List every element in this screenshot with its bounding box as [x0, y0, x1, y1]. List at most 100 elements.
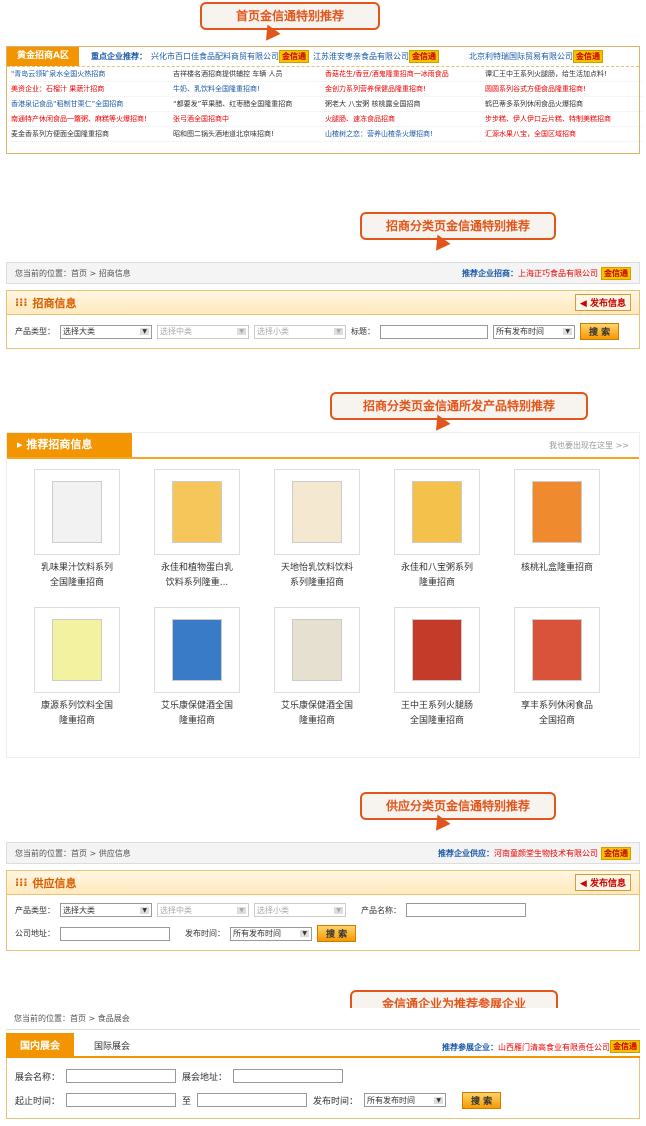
- recommend-company-link[interactable]: 河南童颜堂生物技术有限公司: [494, 848, 598, 859]
- product-title-line[interactable]: 全国隆重招商: [377, 714, 497, 729]
- search-button[interactable]: 搜 索: [580, 323, 620, 340]
- product-item[interactable]: 乳味果汁饮料系列 全国隆重招商: [17, 469, 137, 607]
- home-link[interactable]: 谭汇王中王系列火腿肠，给生活加点料!: [485, 67, 643, 82]
- expo-name-input[interactable]: [66, 1069, 177, 1083]
- recommend-title: 推荐招商信息: [26, 438, 93, 451]
- appear-here-link[interactable]: 我也要出现在这里 >>: [549, 440, 639, 451]
- product-title-line[interactable]: 隆重招商: [257, 714, 377, 729]
- product-image[interactable]: [154, 469, 240, 555]
- product-title-line[interactable]: 永佳和八宝粥系列: [377, 561, 497, 576]
- home-link[interactable]: 牛奶、乳饮料全国隆重招商!: [173, 82, 325, 97]
- callout-gongying-recommend: 供应分类页金信通特别推荐: [360, 792, 556, 836]
- home-link[interactable]: 鹤巴蒂多系列休闲食品火爆招商: [485, 97, 643, 112]
- callout-text: 供应分类页金信通特别推荐: [385, 799, 530, 813]
- product-item[interactable]: 艾乐康保健酒全国 隆重招商: [257, 607, 377, 745]
- product-item[interactable]: 核桃礼盒隆重招商: [497, 469, 617, 607]
- product-image[interactable]: [154, 607, 240, 693]
- product-title-line[interactable]: 康源系列饮料全国: [17, 699, 137, 714]
- product-item[interactable]: 王中王系列火腿肠 全国隆重招商: [377, 607, 497, 745]
- home-link[interactable]: “都要发”苹果醋、红枣醋全国隆重招商: [173, 97, 325, 112]
- breadcrumb-text: 您当前的位置：首页 > 供应信息: [15, 848, 131, 858]
- key-company-link[interactable]: 江苏淮安枣亲食品有限公司: [313, 51, 409, 62]
- product-title-line[interactable]: 隆重招商: [377, 576, 497, 591]
- home-link[interactable]: 南通特产休闲食品一籮粥、麻糕等火爆招商!: [11, 112, 173, 127]
- product-title-line[interactable]: 核桃礼盒隆重招商: [497, 561, 617, 576]
- end-date-input[interactable]: [197, 1093, 308, 1107]
- product-title-line[interactable]: 永佳和植物蛋白乳: [137, 561, 257, 576]
- product-title-line[interactable]: 全国招商: [497, 714, 617, 729]
- title-input[interactable]: [380, 324, 488, 339]
- product-title-line[interactable]: 系列隆重招商: [257, 576, 377, 591]
- product-item[interactable]: 艾乐康保健酒全国 隆重招商: [137, 607, 257, 745]
- product-item[interactable]: 永佳和植物蛋白乳 饮料系列隆重...: [137, 469, 257, 607]
- to-label: 至: [182, 1096, 192, 1107]
- home-link[interactable]: 山楂树之恋：营养山楂条火爆招商!: [325, 127, 485, 142]
- type-label: 产品类型：: [15, 327, 55, 336]
- product-item[interactable]: 享丰系列休闲食品 全国招商: [497, 607, 617, 745]
- time-select[interactable]: 所有发布时间 ▼: [364, 1093, 447, 1107]
- chevron-down-icon: ▼: [237, 906, 246, 914]
- address-input[interactable]: [60, 926, 170, 941]
- time-select[interactable]: 所有发布时间 ▼: [493, 324, 575, 339]
- home-link[interactable]: 香港泉记食品“稻制甘栗仁”全国招商: [11, 97, 173, 112]
- product-image[interactable]: [274, 469, 360, 555]
- product-image[interactable]: [514, 469, 600, 555]
- mid-category-select[interactable]: 选择中类 ▼: [157, 903, 249, 917]
- product-image[interactable]: [394, 469, 480, 555]
- product-name-input[interactable]: [406, 903, 526, 917]
- publish-button[interactable]: ◀ 发布信息: [574, 874, 631, 891]
- search-button[interactable]: 搜 索: [462, 1091, 502, 1109]
- product-title-line[interactable]: 王中王系列火腿肠: [377, 699, 497, 714]
- product-title-line[interactable]: 天地怡乳饮料饮料: [257, 561, 377, 576]
- product-title-line[interactable]: 乳味果汁饮料系列: [17, 561, 137, 576]
- product-title-line[interactable]: 全国隆重招商: [17, 576, 137, 591]
- tab-domestic-expo[interactable]: 国内展会: [6, 1033, 74, 1056]
- time-select[interactable]: 所有发布时间 ▼: [230, 926, 312, 941]
- product-image[interactable]: [394, 607, 480, 693]
- home-link[interactable]: "青岛云领矿泉水全国火热招商: [11, 67, 173, 82]
- home-link[interactable]: 步步糕、伊人伊口云片糕、特制美糕招商: [485, 112, 643, 127]
- tab-international-expo[interactable]: 国际展会: [74, 1035, 150, 1056]
- big-category-select[interactable]: 选择大类 ▼: [60, 903, 152, 917]
- home-link[interactable]: 吉祥楼名酒招商提供辅控 车辆 人员: [173, 67, 325, 82]
- start-date-input[interactable]: [66, 1093, 177, 1107]
- recommend-company-link[interactable]: 上海正巧食品有限公司: [518, 268, 598, 279]
- home-link[interactable]: 汇源水果八宝，全国区域招商: [485, 127, 643, 142]
- mid-category-select[interactable]: 选择中类 ▼: [157, 324, 249, 339]
- product-item[interactable]: 永佳和八宝粥系列 隆重招商: [377, 469, 497, 607]
- key-company-link[interactable]: 北京利特瑞国际贸易有限公司: [469, 51, 573, 62]
- key-company-link[interactable]: 兴化市百口佳食品配料商贸有限公司: [151, 51, 279, 62]
- publish-button[interactable]: ◀ 发布信息: [574, 294, 631, 311]
- recommend-label: 推荐企业招商：: [462, 268, 518, 278]
- small-category-select[interactable]: 选择小类 ▼: [254, 324, 346, 339]
- expo-address-label: 展会地址：: [182, 1072, 228, 1083]
- product-image[interactable]: [514, 607, 600, 693]
- gold-area-tag[interactable]: 黄金招商A区: [7, 47, 79, 66]
- product-title-line[interactable]: 艾乐康保健酒全国: [257, 699, 377, 714]
- product-title-line[interactable]: 隆重招商: [17, 714, 137, 729]
- product-image[interactable]: [34, 607, 120, 693]
- product-title-line[interactable]: 隆重招商: [137, 714, 257, 729]
- home-link[interactable]: 张弓酒全国招商中: [173, 112, 325, 127]
- home-link[interactable]: 圆圆系列谷式方便食品隆重招商!: [485, 82, 643, 97]
- home-link[interactable]: 火腿肠、速冻食品招商: [325, 112, 485, 127]
- product-title-line[interactable]: 享丰系列休闲食品: [497, 699, 617, 714]
- home-link[interactable]: 香菇花生/香豆/酒鬼隆重招商一冰雨食品: [325, 67, 485, 82]
- panel-header: ⁝⁝⁝ 招商信息 ◀ 发布信息: [7, 291, 639, 315]
- home-link[interactable]: 粥老大 八宝粥 核桃露全国招商: [325, 97, 485, 112]
- product-item[interactable]: 康源系列饮料全国 隆重招商: [17, 607, 137, 745]
- product-title-line[interactable]: 艾乐康保健酒全国: [137, 699, 257, 714]
- product-image[interactable]: [34, 469, 120, 555]
- home-link[interactable]: 麦金香系列方便面全国隆重招商: [11, 127, 173, 142]
- product-image[interactable]: [274, 607, 360, 693]
- recommend-company-link[interactable]: 山西雁门清高食业有限责任公司: [498, 1042, 610, 1056]
- search-button[interactable]: 搜 索: [317, 925, 357, 942]
- big-category-select[interactable]: 选择大类 ▼: [60, 324, 152, 339]
- product-title-line[interactable]: 饮料系列隆重...: [137, 576, 257, 591]
- product-item[interactable]: 天地怡乳饮料饮料 系列隆重招商: [257, 469, 377, 607]
- small-category-select[interactable]: 选择小类 ▼: [254, 903, 346, 917]
- home-link[interactable]: 金创力系列营养保健品隆重招商!: [325, 82, 485, 97]
- home-link[interactable]: 美资企业：石榴汁 果蔬汁招商: [11, 82, 173, 97]
- expo-address-input[interactable]: [233, 1069, 344, 1083]
- home-link[interactable]: 昭和图二锅头酒地道北京味招商!: [173, 127, 325, 142]
